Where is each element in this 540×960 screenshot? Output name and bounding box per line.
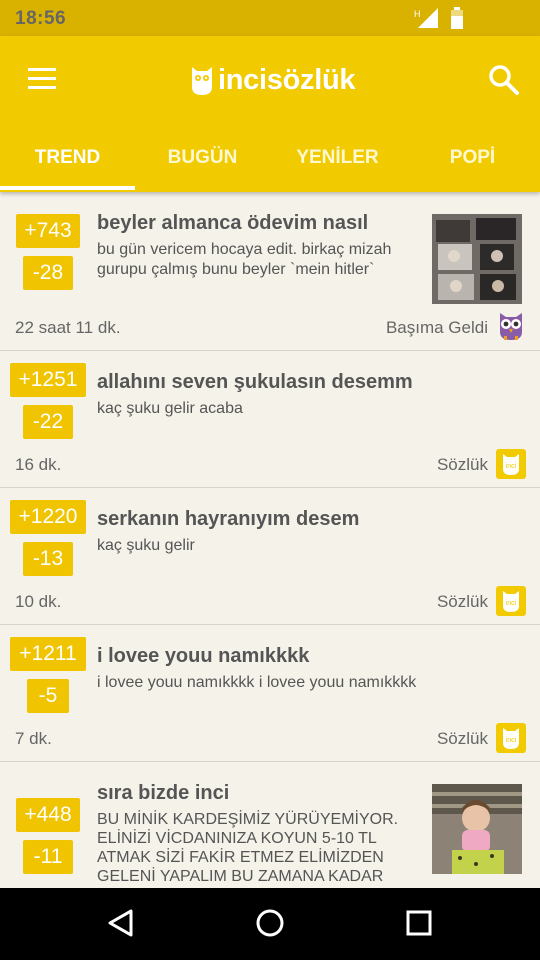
tab-trend[interactable]: TREND	[0, 134, 135, 192]
downvote-button[interactable]: -11	[23, 840, 73, 874]
downvote-button[interactable]: -13	[23, 542, 73, 576]
app-bar: incisözlük TREND BUGÜN YENİLER POPİ	[0, 36, 540, 192]
downvote-button[interactable]: -5	[27, 679, 69, 713]
entry-card[interactable]: +1220 -13 serkanın hayranıyım desem kaç …	[0, 488, 540, 625]
entry-thumbnail[interactable]	[432, 214, 522, 304]
system-nav-bar	[0, 888, 540, 960]
owl-logo-icon	[192, 67, 212, 95]
entry-title[interactable]: i lovee youu namıkkkk	[97, 645, 309, 668]
tab-yeniler[interactable]: YENİLER	[270, 134, 405, 192]
tab-bar: TREND BUGÜN YENİLER POPİ	[0, 134, 540, 192]
upvote-button[interactable]: +743	[16, 214, 80, 248]
inci-logo-icon: inci	[496, 449, 526, 479]
inci-logo-icon: inci	[496, 586, 526, 616]
upvote-button[interactable]: +1251	[10, 363, 86, 397]
entry-card[interactable]: +1211 -5 i lovee youu namıkkkk i lovee y…	[0, 625, 540, 762]
tab-bugun[interactable]: BUGÜN	[135, 134, 270, 192]
svg-text:inci: inci	[506, 737, 517, 744]
entry-time: 10 dk.	[15, 592, 62, 611]
entry-category[interactable]: Başıma Geldi	[386, 318, 488, 338]
entry-time: 16 dk.	[15, 455, 62, 474]
entry-excerpt: i lovee youu namıkkkk i lovee youu namık…	[97, 674, 417, 691]
entry-excerpt: kaç şuku gelir acaba	[97, 400, 243, 417]
entry-card[interactable]: +448 -11 sıra bizde inci BU MİNİK KARDEŞ…	[0, 762, 540, 888]
entry-title[interactable]: serkanın hayranıyım desem	[97, 508, 359, 531]
upvote-button[interactable]: +1211	[10, 637, 86, 671]
entry-excerpt: kaç şuku gelir	[97, 537, 195, 554]
status-bar: H 18:56	[0, 0, 540, 36]
app-title: incisözlük	[218, 63, 356, 96]
entry-excerpt: BU MİNİK KARDEŞİMİZ YÜRÜYEMİYOR. ELİNİZİ…	[97, 811, 399, 885]
owl-purple-icon	[500, 313, 522, 340]
back-icon[interactable]	[107, 908, 135, 938]
entry-feed[interactable]: +743 -28 beyler almanca ödevim nasıl bu …	[0, 192, 540, 888]
svg-text:inci: inci	[506, 600, 517, 607]
downvote-button[interactable]: -28	[23, 256, 73, 290]
clock: 18:56	[15, 8, 67, 29]
svg-text:inci: inci	[506, 463, 517, 470]
tab-popi[interactable]: POPİ	[405, 134, 540, 192]
entry-excerpt: bu gün vericem hocaya edit. birkaç mizah…	[97, 241, 392, 278]
entry-title[interactable]: sıra bizde inci	[97, 782, 229, 805]
search-icon[interactable]	[488, 64, 520, 96]
entry-time: 7 dk.	[15, 729, 52, 748]
menu-icon[interactable]	[28, 68, 56, 90]
upvote-button[interactable]: +448	[16, 798, 80, 832]
entry-category[interactable]: Sözlük	[437, 592, 488, 612]
inci-logo-icon: inci	[496, 723, 526, 753]
downvote-button[interactable]: -22	[23, 405, 73, 439]
entry-time: 22 saat 11 dk.	[15, 318, 121, 337]
app-logo: incisözlük	[190, 60, 356, 100]
upvote-button[interactable]: +1220	[10, 500, 86, 534]
entry-thumbnail[interactable]	[432, 784, 522, 874]
recent-apps-icon[interactable]	[406, 910, 432, 936]
home-icon[interactable]	[255, 908, 285, 938]
entry-title[interactable]: beyler almanca ödevim nasıl	[97, 212, 368, 235]
entry-category[interactable]: Sözlük	[437, 455, 488, 475]
entry-card[interactable]: +1251 -22 allahını seven şukulasın desem…	[0, 351, 540, 488]
entry-category[interactable]: Sözlük	[437, 729, 488, 749]
entry-card[interactable]: +743 -28 beyler almanca ödevim nasıl bu …	[0, 192, 540, 351]
entry-title[interactable]: allahını seven şukulasın desemm	[97, 371, 413, 394]
